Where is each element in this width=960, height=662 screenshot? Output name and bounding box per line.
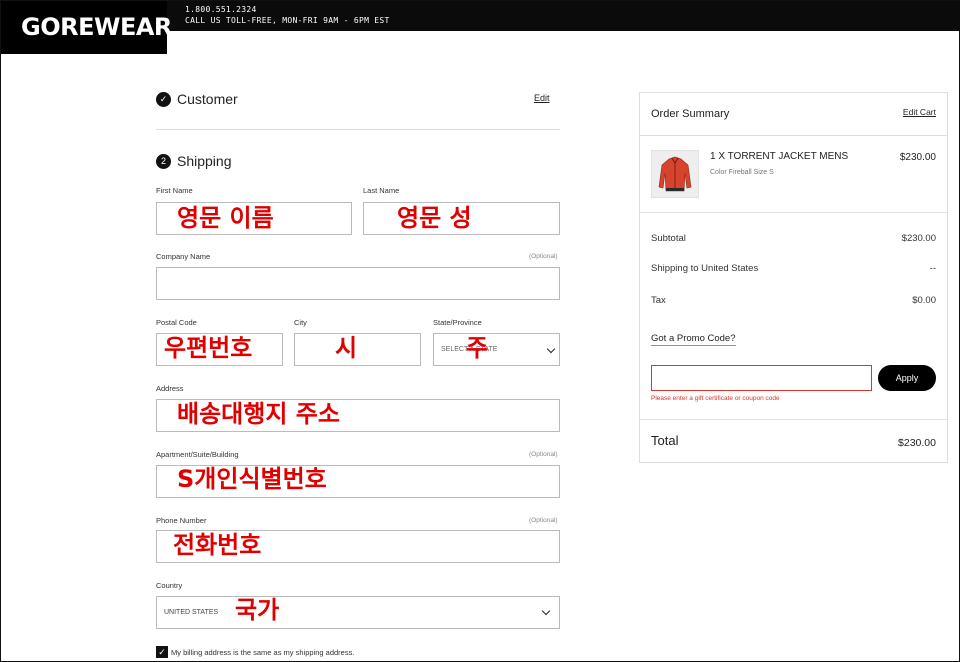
logo[interactable]: GOREWEAR (1, 1, 172, 54)
shipping-title: Shipping (177, 153, 232, 169)
city-annotation: 시 (335, 334, 358, 362)
divider (156, 129, 560, 130)
country-annotation: 국가 (235, 596, 280, 624)
edit-cart-link[interactable]: Edit Cart (903, 107, 936, 117)
shipping-section-header: 2 Shipping (156, 153, 232, 169)
address-annotation: 배송대행지 주소 (177, 400, 340, 428)
billing-same-label[interactable]: My billing address is the same as my shi… (171, 648, 354, 657)
phone-number[interactable]: 1.800.551.2324 (185, 4, 390, 15)
order-summary-panel: Order Summary Edit Cart 1 X TORRENT JACK… (639, 92, 948, 463)
phone-optional-note: (Optional) (529, 517, 558, 524)
product-thumbnail (651, 150, 699, 198)
promo-code-input[interactable] (651, 365, 872, 391)
first-name-label: First Name (156, 186, 193, 195)
divider (640, 212, 947, 213)
phone-label: Phone Number (156, 516, 207, 525)
total-value: $230.00 (898, 437, 936, 449)
last-name-annotation: 영문 성 (397, 204, 472, 232)
city-input[interactable] (294, 333, 421, 366)
country-select-value: UNITED STATES (164, 609, 219, 616)
billing-same-checkbox[interactable]: ✓ (156, 646, 168, 658)
city-label: City (294, 318, 307, 327)
divider (640, 419, 947, 420)
customer-section-header: ✓ Customer (156, 91, 238, 107)
country-label: Country (156, 581, 183, 590)
product-price: $230.00 (899, 152, 936, 163)
tax-value: $0.00 (912, 295, 936, 306)
postal-code-label: Postal Code (156, 318, 197, 327)
shipping-value: -- (929, 263, 936, 274)
subtotal-value: $230.00 (901, 233, 936, 244)
customer-title: Customer (177, 91, 238, 107)
subtotal-label: Subtotal (651, 233, 686, 244)
company-label: Company Name (156, 252, 211, 261)
last-name-label: Last Name (363, 186, 400, 195)
order-summary-title: Order Summary (651, 108, 730, 120)
apartment-label: Apartment/Suite/Building (156, 450, 239, 459)
promo-error-message: Please enter a gift certificate or coupo… (651, 395, 780, 402)
postal-code-annotation: 우편번호 (164, 334, 253, 362)
apartment-annotation: S개인식별번호 (177, 465, 327, 493)
state-label: State/Province (433, 318, 482, 327)
apply-button[interactable]: Apply (878, 365, 936, 391)
product-name: 1 X TORRENT JACKET MENS (710, 151, 849, 162)
first-name-annotation: 영문 이름 (177, 204, 274, 232)
address-label: Address (156, 384, 184, 393)
product-meta: Color Fireball Size S (710, 169, 774, 176)
contact-hours: CALL US TOLL-FREE, MON-FRI 9AM - 6PM EST (185, 16, 390, 25)
customer-edit-link[interactable]: Edit (534, 93, 550, 103)
step-number-badge: 2 (156, 153, 171, 169)
apartment-optional-note: (Optional) (529, 451, 558, 458)
total-label: Total (651, 433, 679, 448)
contact-info: 1.800.551.2324 CALL US TOLL-FREE, MON-FR… (185, 4, 390, 26)
divider (640, 135, 947, 136)
company-optional-note: (Optional) (529, 253, 558, 260)
shipping-label: Shipping to United States (651, 263, 759, 274)
jacket-image (658, 156, 692, 192)
tax-label: Tax (651, 295, 666, 306)
state-annotation: 주 (466, 334, 489, 362)
promo-code-link[interactable]: Got a Promo Code? (651, 333, 736, 346)
phone-annotation: 전화번호 (173, 531, 262, 559)
check-icon: ✓ (156, 91, 171, 107)
company-input[interactable] (156, 267, 560, 300)
